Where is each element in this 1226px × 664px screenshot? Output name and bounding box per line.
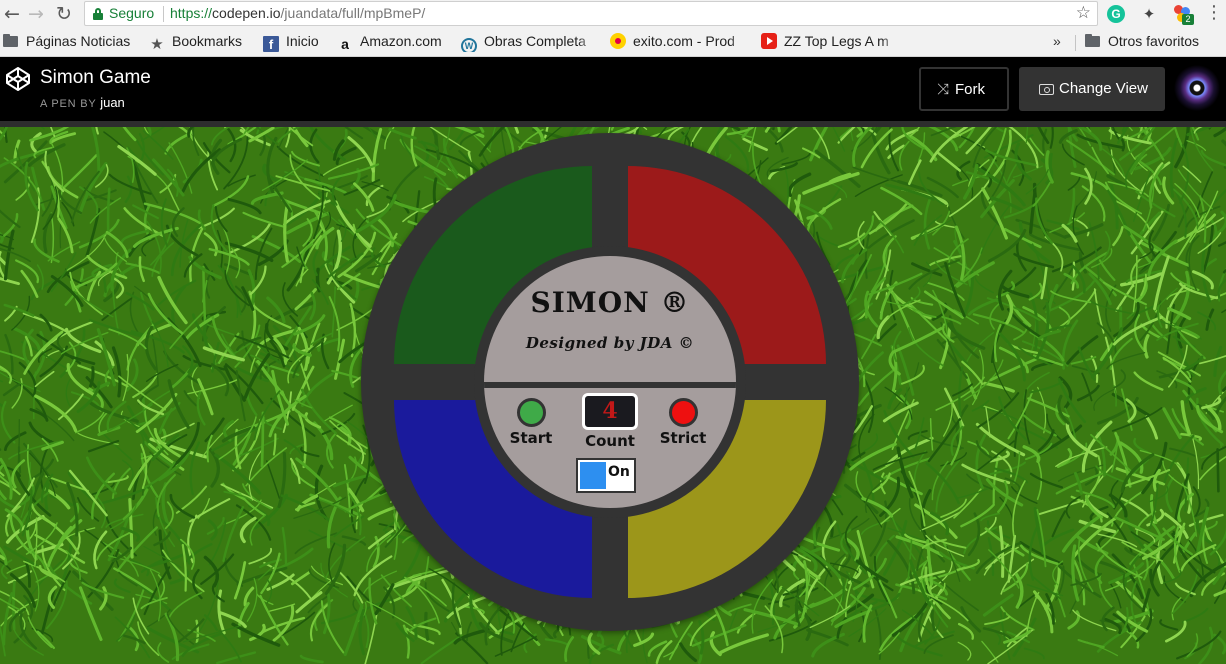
bookmarks-bar: Páginas Noticias ★ Bookmarks f Inicio a Ama… <box>0 28 1226 57</box>
count-display: 4 <box>582 393 638 430</box>
panel-divider <box>484 382 736 388</box>
wordpress-icon: W <box>461 38 477 52</box>
bookmark-label: Amazon.com <box>360 33 442 49</box>
codepen-header: Simon Game A PEN BY juan ⤨ Fork Change Vi… <box>0 57 1226 121</box>
strict-control: Strict <box>658 398 708 447</box>
fork-label: Fork <box>955 81 986 98</box>
facebook-icon: f <box>263 36 279 52</box>
start-control: Start <box>508 398 554 447</box>
fork-icon: ⤨ <box>937 80 950 98</box>
folder-icon <box>1085 33 1101 49</box>
reload-icon[interactable]: ↻ <box>52 2 76 26</box>
url-host: codepen.io <box>212 5 281 21</box>
pen-byline: A PEN BY juan <box>40 95 125 110</box>
forward-icon[interactable]: → <box>24 2 48 26</box>
bookmark-bookmarks[interactable]: ★ Bookmarks <box>149 33 255 52</box>
bookmark-label: ZZ Top Legs A m <box>784 33 889 49</box>
bookmark-amazon[interactable]: a Amazon.com <box>337 33 453 52</box>
start-button[interactable] <box>516 398 546 427</box>
bookmark-label: Bookmarks <box>172 33 243 49</box>
colorful-extension-icon[interactable]: 2 <box>1173 5 1194 25</box>
count-label: Count <box>585 432 635 450</box>
lock-icon <box>93 8 103 20</box>
view-icon <box>1039 84 1054 95</box>
exito-icon <box>610 33 626 49</box>
url-text[interactable]: https://codepen.io/juandata/full/mpBmeP/ <box>170 5 425 21</box>
control-hub: SIMON ® Designed by JDA © Start 4 Count … <box>474 246 746 518</box>
fork-button[interactable]: ⤨ Fork <box>919 67 1009 111</box>
bookmarks-overflow-chevron[interactable]: » <box>1053 33 1061 49</box>
bookmark-exito[interactable]: exito.com - Prod <box>610 33 747 52</box>
change-view-label: Change View <box>1059 80 1148 97</box>
bookmark-label: Otros favoritos <box>1108 33 1200 49</box>
bookmark-otros-favoritos[interactable]: Otros favoritos <box>1085 33 1225 52</box>
extension-puzzle-icon[interactable]: ✦ <box>1140 5 1158 23</box>
grammarly-extension-icon[interactable]: G <box>1107 5 1125 23</box>
extension-badge: 2 <box>1182 14 1194 25</box>
bookmark-inicio[interactable]: f Inicio <box>263 33 329 52</box>
bookmark-label: Páginas Noticias <box>26 33 131 49</box>
secure-label: Seguro <box>109 5 155 21</box>
author-link[interactable]: juan <box>100 95 125 110</box>
simon-logo: SIMON ® <box>530 286 690 319</box>
change-view-button[interactable]: Change View <box>1019 67 1165 111</box>
start-label: Start <box>509 429 553 447</box>
url-path: /juandata/full/mpBmeP/ <box>280 5 426 21</box>
back-icon[interactable]: ← <box>0 2 24 26</box>
power-switch[interactable]: On <box>576 458 636 493</box>
bookmark-label: Obras Completa <box>484 33 586 49</box>
codepen-logo-icon[interactable] <box>5 66 31 92</box>
bookmark-label: exito.com - Prod <box>633 33 735 49</box>
pen-title: Simon Game <box>40 67 151 88</box>
amazon-icon: a <box>341 36 349 52</box>
star-icon: ★ <box>150 35 164 52</box>
browser-toolbar: ← → ↻ Seguro https://codepen.io/juandata… <box>0 0 1226 28</box>
bookmark-obras-completas[interactable]: W Obras Completa <box>461 33 596 52</box>
address-divider <box>163 6 164 22</box>
byline-prefix: A PEN BY <box>40 98 97 110</box>
power-switch-knob[interactable] <box>580 462 606 489</box>
bookmark-star-icon[interactable]: ☆ <box>1076 3 1091 23</box>
bookmarks-divider <box>1075 35 1076 51</box>
browser-menu-icon[interactable]: ⋮ <box>1205 2 1223 23</box>
grass-background: SIMON ® Designed by JDA © Start 4 Count … <box>0 127 1226 664</box>
control-panel: SIMON ® Designed by JDA © Start 4 Count … <box>484 256 736 508</box>
designer-credit: Designed by JDA © <box>525 334 695 352</box>
folder-icon <box>3 33 19 49</box>
url-scheme: https:// <box>170 5 213 21</box>
strict-label: Strict <box>659 429 707 447</box>
youtube-icon <box>761 33 777 49</box>
simon-device: SIMON ® Designed by JDA © Start 4 Count … <box>361 133 859 631</box>
address-bar[interactable]: Seguro https://codepen.io/juandata/full/… <box>84 1 1098 26</box>
user-avatar[interactable] <box>1174 65 1220 111</box>
count-control: 4 Count <box>578 393 642 450</box>
bookmark-label: Inicio <box>286 33 319 49</box>
bookmark-zz-top[interactable]: ZZ Top Legs A m <box>761 33 899 52</box>
bookmark-paginas-noticias[interactable]: Páginas Noticias <box>3 33 143 52</box>
power-state-label: On <box>608 464 630 480</box>
strict-button[interactable] <box>668 398 698 427</box>
